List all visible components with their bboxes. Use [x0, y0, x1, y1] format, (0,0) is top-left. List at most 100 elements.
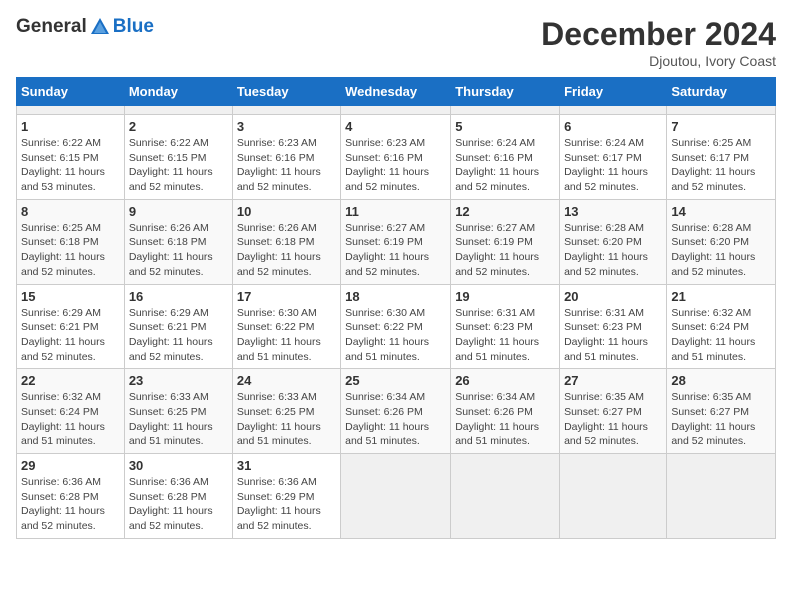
calendar-cell — [560, 106, 667, 115]
title-block: December 2024 Djoutou, Ivory Coast — [541, 16, 776, 69]
day-detail: Sunrise: 6:22 AMSunset: 6:15 PMDaylight:… — [129, 136, 228, 195]
calendar-cell: 4Sunrise: 6:23 AMSunset: 6:16 PMDaylight… — [341, 115, 451, 200]
logo-icon — [89, 16, 111, 38]
calendar-cell: 16Sunrise: 6:29 AMSunset: 6:21 PMDayligh… — [124, 284, 232, 369]
day-number: 17 — [237, 289, 336, 304]
day-header-thursday: Thursday — [451, 78, 560, 106]
day-detail: Sunrise: 6:24 AMSunset: 6:16 PMDaylight:… — [455, 136, 555, 195]
calendar-cell — [560, 454, 667, 539]
day-number: 7 — [671, 119, 771, 134]
day-detail: Sunrise: 6:25 AMSunset: 6:18 PMDaylight:… — [21, 221, 120, 280]
calendar-cell: 12 Sunrise: 6:27 AMSunset: 6:19 PMDayligh… — [451, 199, 560, 284]
day-number: 24 — [237, 373, 336, 388]
location: Djoutou, Ivory Coast — [541, 53, 776, 69]
day-header-friday: Friday — [560, 78, 667, 106]
day-header-monday: Monday — [124, 78, 232, 106]
calendar-cell: 13 Sunrise: 6:28 AMSunset: 6:20 PMDayligh… — [560, 199, 667, 284]
day-detail: Sunrise: 6:31 AMSunset: 6:23 PMDaylight:… — [564, 306, 662, 365]
calendar-cell: 9Sunrise: 6:26 AMSunset: 6:18 PMDaylight… — [124, 199, 232, 284]
day-number: 6 — [564, 119, 662, 134]
calendar-cell: 25 Sunrise: 6:34 AMSunset: 6:26 PMDayligh… — [341, 369, 451, 454]
day-number: 14 — [671, 204, 771, 219]
day-detail: Sunrise: 6:31 AMSunset: 6:23 PMDaylight:… — [455, 306, 555, 365]
calendar-cell: 28 Sunrise: 6:35 AMSunset: 6:27 PMDayligh… — [667, 369, 776, 454]
day-number: 10 — [237, 204, 336, 219]
day-number: 4 — [345, 119, 446, 134]
calendar-cell: 17 Sunrise: 6:30 AMSunset: 6:22 PMDayligh… — [232, 284, 340, 369]
day-number: 11 — [345, 204, 446, 219]
day-number: 28 — [671, 373, 771, 388]
calendar-cell — [341, 454, 451, 539]
day-number: 16 — [129, 289, 228, 304]
day-number: 21 — [671, 289, 771, 304]
day-number: 18 — [345, 289, 446, 304]
day-header-sunday: Sunday — [17, 78, 125, 106]
day-number: 13 — [564, 204, 662, 219]
day-detail: Sunrise: 6:25 AMSunset: 6:17 PMDaylight:… — [671, 136, 771, 195]
calendar-cell: 23Sunrise: 6:33 AMSunset: 6:25 PMDayligh… — [124, 369, 232, 454]
calendar-cell: 27 Sunrise: 6:35 AMSunset: 6:27 PMDayligh… — [560, 369, 667, 454]
day-detail: Sunrise: 6:36 AMSunset: 6:28 PMDaylight:… — [129, 475, 228, 534]
day-detail: Sunrise: 6:24 AMSunset: 6:17 PMDaylight:… — [564, 136, 662, 195]
day-number: 31 — [237, 458, 336, 473]
calendar-cell: 7 Sunrise: 6:25 AMSunset: 6:17 PMDaylight… — [667, 115, 776, 200]
calendar-cell: 20Sunrise: 6:31 AMSunset: 6:23 PMDayligh… — [560, 284, 667, 369]
day-number: 2 — [129, 119, 228, 134]
calendar-table: SundayMondayTuesdayWednesdayThursdayFrid… — [16, 77, 776, 539]
day-detail: Sunrise: 6:32 AMSunset: 6:24 PMDaylight:… — [671, 306, 771, 365]
day-detail: Sunrise: 6:35 AMSunset: 6:27 PMDaylight:… — [671, 390, 771, 449]
calendar-cell: 21 Sunrise: 6:32 AMSunset: 6:24 PMDayligh… — [667, 284, 776, 369]
day-number: 29 — [21, 458, 120, 473]
calendar-cell: 2 Sunrise: 6:22 AMSunset: 6:15 PMDaylight… — [124, 115, 232, 200]
calendar-cell — [232, 106, 340, 115]
calendar-cell: 5 Sunrise: 6:24 AMSunset: 6:16 PMDaylight… — [451, 115, 560, 200]
month-title: December 2024 — [541, 16, 776, 53]
day-detail: Sunrise: 6:34 AMSunset: 6:26 PMDaylight:… — [455, 390, 555, 449]
calendar-cell — [667, 106, 776, 115]
day-number: 30 — [129, 458, 228, 473]
calendar-cell — [17, 106, 125, 115]
day-detail: Sunrise: 6:23 AMSunset: 6:16 PMDaylight:… — [237, 136, 336, 195]
calendar-cell: 26 Sunrise: 6:34 AMSunset: 6:26 PMDayligh… — [451, 369, 560, 454]
day-detail: Sunrise: 6:27 AMSunset: 6:19 PMDaylight:… — [455, 221, 555, 280]
day-number: 8 — [21, 204, 120, 219]
day-detail: Sunrise: 6:30 AMSunset: 6:22 PMDaylight:… — [237, 306, 336, 365]
calendar-cell: 14 Sunrise: 6:28 AMSunset: 6:20 PMDayligh… — [667, 199, 776, 284]
day-header-tuesday: Tuesday — [232, 78, 340, 106]
day-detail: Sunrise: 6:33 AMSunset: 6:25 PMDaylight:… — [237, 390, 336, 449]
calendar-cell: 24 Sunrise: 6:33 AMSunset: 6:25 PMDayligh… — [232, 369, 340, 454]
logo: General Blue — [16, 16, 154, 38]
day-number: 26 — [455, 373, 555, 388]
day-number: 12 — [455, 204, 555, 219]
calendar-cell: 22 Sunrise: 6:32 AMSunset: 6:24 PMDayligh… — [17, 369, 125, 454]
day-header-saturday: Saturday — [667, 78, 776, 106]
day-detail: Sunrise: 6:30 AMSunset: 6:22 PMDaylight:… — [345, 306, 446, 365]
calendar-cell: 1 Sunrise: 6:22 AMSunset: 6:15 PMDaylight… — [17, 115, 125, 200]
calendar-cell: 19Sunrise: 6:31 AMSunset: 6:23 PMDayligh… — [451, 284, 560, 369]
calendar-cell — [451, 454, 560, 539]
calendar-cell: 31 Sunrise: 6:36 AMSunset: 6:29 PMDayligh… — [232, 454, 340, 539]
calendar-cell: 11 Sunrise: 6:27 AMSunset: 6:19 PMDayligh… — [341, 199, 451, 284]
day-number: 22 — [21, 373, 120, 388]
day-detail: Sunrise: 6:32 AMSunset: 6:24 PMDaylight:… — [21, 390, 120, 449]
day-number: 9 — [129, 204, 228, 219]
day-detail: Sunrise: 6:36 AMSunset: 6:28 PMDaylight:… — [21, 475, 120, 534]
day-number: 15 — [21, 289, 120, 304]
day-detail: Sunrise: 6:28 AMSunset: 6:20 PMDaylight:… — [564, 221, 662, 280]
logo-text: General — [16, 16, 111, 38]
day-detail: Sunrise: 6:29 AMSunset: 6:21 PMDaylight:… — [21, 306, 120, 365]
logo-blue: Blue — [113, 16, 154, 38]
day-detail: Sunrise: 6:34 AMSunset: 6:26 PMDaylight:… — [345, 390, 446, 449]
day-detail: Sunrise: 6:22 AMSunset: 6:15 PMDaylight:… — [21, 136, 120, 195]
day-detail: Sunrise: 6:26 AMSunset: 6:18 PMDaylight:… — [237, 221, 336, 280]
day-number: 1 — [21, 119, 120, 134]
calendar-cell: 6 Sunrise: 6:24 AMSunset: 6:17 PMDaylight… — [560, 115, 667, 200]
day-detail: Sunrise: 6:28 AMSunset: 6:20 PMDaylight:… — [671, 221, 771, 280]
day-detail: Sunrise: 6:36 AMSunset: 6:29 PMDaylight:… — [237, 475, 336, 534]
day-number: 5 — [455, 119, 555, 134]
day-number: 27 — [564, 373, 662, 388]
day-header-wednesday: Wednesday — [341, 78, 451, 106]
day-detail: Sunrise: 6:35 AMSunset: 6:27 PMDaylight:… — [564, 390, 662, 449]
day-detail: Sunrise: 6:27 AMSunset: 6:19 PMDaylight:… — [345, 221, 446, 280]
day-number: 25 — [345, 373, 446, 388]
